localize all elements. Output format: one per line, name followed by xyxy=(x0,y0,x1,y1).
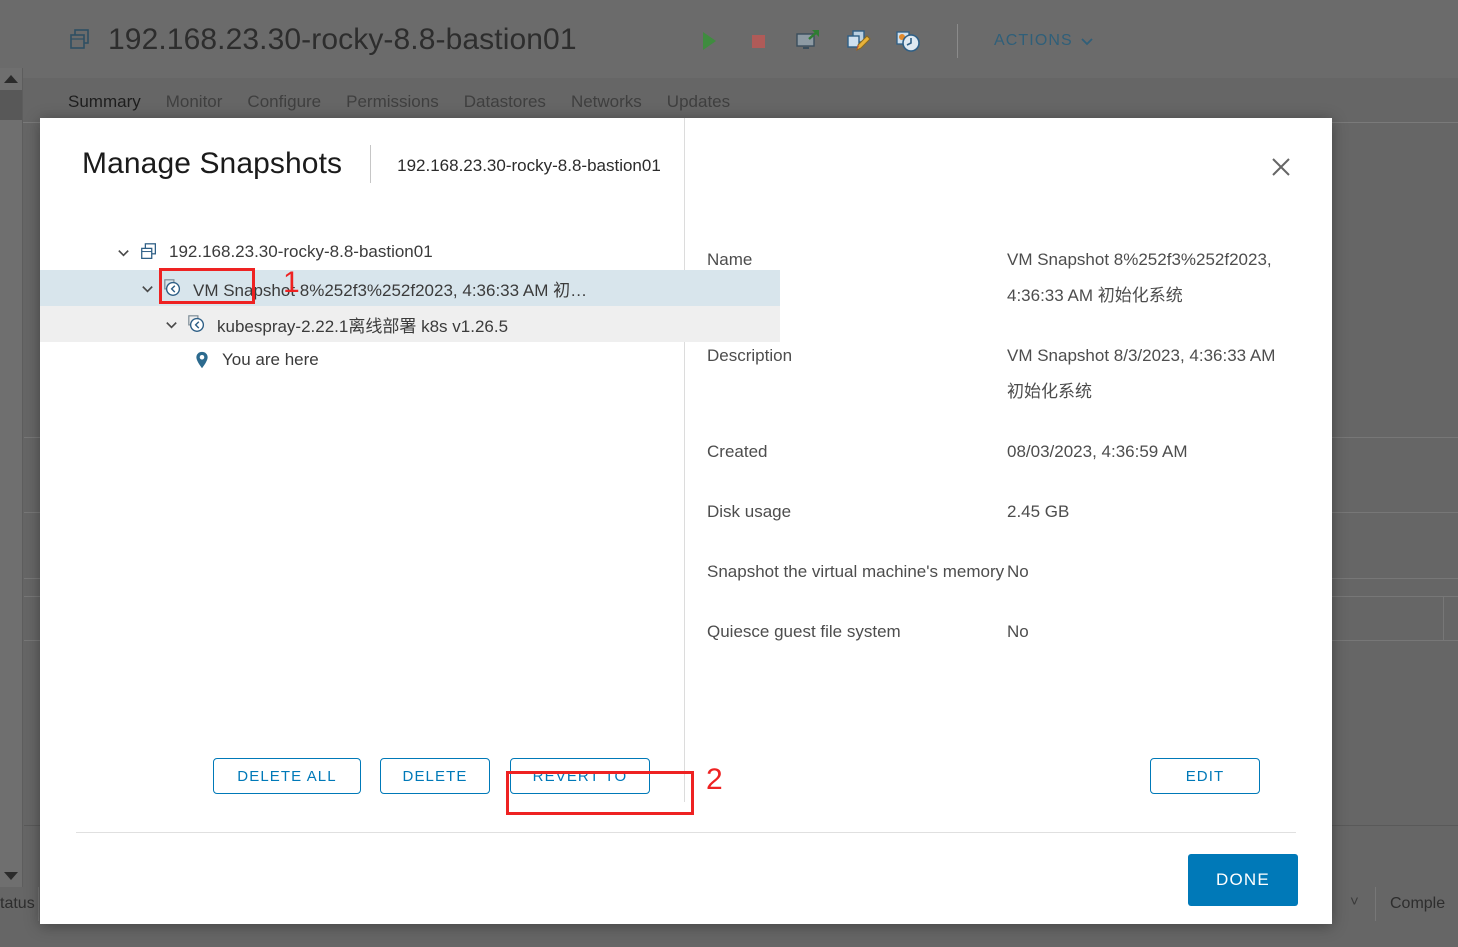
background-column-status: tatus xyxy=(0,895,35,912)
chevron-down-icon xyxy=(1081,38,1093,46)
detail-label: Quiesce guest file system xyxy=(707,622,901,641)
vm-tab-bar: Summary Monitor Configure Permissions Da… xyxy=(68,80,755,122)
edit-vm-icon[interactable] xyxy=(845,28,871,54)
location-pin-icon xyxy=(192,350,214,370)
delete-all-button[interactable]: DELETE ALL xyxy=(213,758,361,794)
detail-row-created: Created 08/03/2023, 4:36:59 AM xyxy=(707,434,1332,470)
page-title: 192.168.23.30-rocky-8.8-bastion01 xyxy=(108,23,577,56)
dialog-body: 192.168.23.30-rocky-8.8-bastion01 VM Sna… xyxy=(40,118,1332,802)
tree-node-label: kubespray-2.22.1离线部署 k8s v1.26.5 xyxy=(217,316,509,336)
power-on-icon[interactable] xyxy=(695,28,721,54)
detail-label: Description xyxy=(707,346,793,365)
tree-node-vm[interactable]: 192.168.23.30-rocky-8.8-bastion01 xyxy=(40,234,780,270)
dialog-subtitle: 192.168.23.30-rocky-8.8-bastion01 xyxy=(397,156,661,175)
tree-node-you-are-here: You are here xyxy=(40,342,780,378)
dialog-title: Manage Snapshots xyxy=(82,147,343,180)
vm-title-row: 192.168.23.30-rocky-8.8-bastion01 xyxy=(68,14,577,66)
scroll-up-arrow-icon[interactable] xyxy=(0,70,22,88)
toolbar-divider xyxy=(957,24,958,58)
tree-node-snapshot-vm-snapshot[interactable]: VM Snapshot 8%252f3%252f2023, 4:36:33 AM… xyxy=(40,270,780,306)
snapshot-icon xyxy=(184,314,210,334)
detail-row-snapshot-memory: Snapshot the virtual machine's memory No xyxy=(707,554,1332,590)
tree-node-label: VM Snapshot 8%252f3%252f2023, 4:36:33 AM… xyxy=(193,280,588,300)
detail-value: No xyxy=(1007,562,1029,581)
actions-menu-button[interactable]: ACTIONS xyxy=(994,32,1094,50)
detail-label: Disk usage xyxy=(707,502,792,521)
delete-button[interactable]: DELETE xyxy=(380,758,490,794)
snapshot-tree-pane: 192.168.23.30-rocky-8.8-bastion01 VM Sna… xyxy=(40,210,780,802)
background-column-divider xyxy=(1375,887,1376,921)
detail-value: 08/03/2023, 4:36:59 AM xyxy=(1007,442,1188,461)
background-column-divider xyxy=(38,887,39,921)
action-button-row: DELETE ALL DELETE REVERT TO EDIT xyxy=(40,758,1332,802)
dialog-header: Manage Snapshots 192.168.23.30-rocky-8.8… xyxy=(40,118,1332,210)
footer-divider xyxy=(76,832,1296,833)
header-divider xyxy=(370,145,372,183)
snapshot-details-pane: Name VM Snapshot 8%252f3%252f2023, 4:36:… xyxy=(685,210,1332,802)
snapshot-icon[interactable] xyxy=(895,28,921,54)
done-button[interactable]: DONE xyxy=(1188,854,1298,906)
detail-value: No xyxy=(1007,622,1029,641)
background-column-completed: Comple xyxy=(1390,895,1446,912)
snapshot-tree: 192.168.23.30-rocky-8.8-bastion01 VM Sna… xyxy=(40,234,780,378)
vertical-scrollbar[interactable] xyxy=(0,68,23,887)
background-column-divider xyxy=(1443,596,1444,640)
actions-label: ACTIONS xyxy=(994,32,1073,49)
vm-toolbar: ACTIONS xyxy=(695,22,1094,60)
revert-to-button[interactable]: REVERT TO xyxy=(510,758,650,794)
detail-value: 2.45 GB xyxy=(1007,502,1070,521)
detail-label: Created xyxy=(707,442,768,461)
vm-header: 192.168.23.30-rocky-8.8-bastion01 ACTION… xyxy=(0,0,1458,111)
detail-row-disk-usage: Disk usage 2.45 GB xyxy=(707,494,1332,530)
chevron-down-icon[interactable] xyxy=(158,317,184,332)
chevron-down-icon[interactable] xyxy=(110,245,136,260)
chevron-down-icon[interactable]: ˅ xyxy=(1350,893,1359,910)
snapshot-icon xyxy=(160,278,186,298)
launch-console-icon[interactable] xyxy=(795,28,821,54)
detail-label: Name xyxy=(707,250,753,269)
detail-row-quiesce: Quiesce guest file system No xyxy=(707,614,1332,650)
edit-button[interactable]: EDIT xyxy=(1150,758,1260,794)
scrollbar-thumb[interactable] xyxy=(0,90,22,120)
power-off-icon[interactable] xyxy=(745,28,771,54)
scroll-down-arrow-icon[interactable] xyxy=(0,867,22,885)
detail-row-name: Name VM Snapshot 8%252f3%252f2023, 4:36:… xyxy=(707,242,1332,314)
chevron-down-icon[interactable] xyxy=(134,281,160,296)
detail-value: VM Snapshot 8%252f3%252f2023, 4:36:33 AM… xyxy=(1007,250,1272,305)
tree-node-snapshot-kubespray[interactable]: kubespray-2.22.1离线部署 k8s v1.26.5 xyxy=(40,306,780,342)
tree-node-label: 192.168.23.30-rocky-8.8-bastion01 xyxy=(169,242,433,261)
manage-snapshots-dialog: Manage Snapshots 192.168.23.30-rocky-8.8… xyxy=(40,118,1332,924)
virtual-machine-icon xyxy=(136,242,162,262)
detail-row-description: Description VM Snapshot 8/3/2023, 4:36:3… xyxy=(707,338,1332,410)
detail-value: VM Snapshot 8/3/2023, 4:36:33 AM 初始化系统 xyxy=(1007,346,1276,401)
detail-label: Snapshot the virtual machine's memory xyxy=(707,562,1005,581)
virtual-machine-icon xyxy=(68,27,94,53)
close-icon[interactable] xyxy=(1264,150,1298,184)
dialog-footer: DELETE ALL DELETE REVERT TO EDIT DONE xyxy=(40,758,1332,924)
tree-node-label: You are here xyxy=(222,350,319,369)
